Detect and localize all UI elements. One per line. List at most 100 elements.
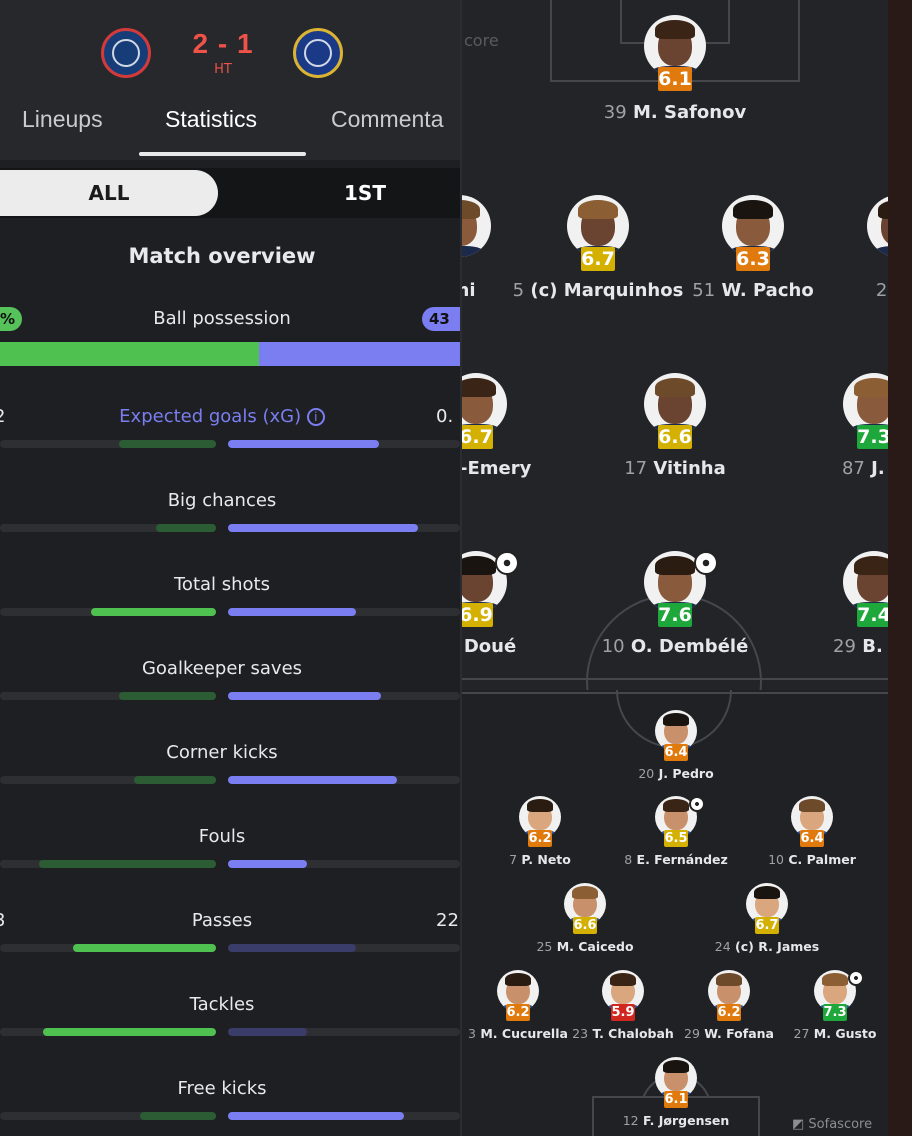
status-bar <box>0 0 460 10</box>
stat-label[interactable]: Expected goals (xG) i <box>0 406 444 427</box>
player-name: 25 M. Caicedo <box>485 939 685 954</box>
player-number: 29 <box>833 636 856 657</box>
stat-away-bar <box>228 860 307 868</box>
stat-away-bar <box>228 1112 405 1120</box>
player-name: 27 M. Gusto <box>735 1026 888 1041</box>
period-all-button[interactable]: ALL <box>0 170 218 216</box>
player-number: 29 <box>684 1026 700 1041</box>
player-name-text: O. Dembélé <box>630 636 749 657</box>
match-score: 2 - 1 <box>192 28 254 59</box>
player-rating: 6.6 <box>573 917 597 934</box>
player-name-text: P. Neto <box>521 852 571 867</box>
player-number: 5 <box>512 280 525 301</box>
player-name-text: M. Caicedo <box>556 939 634 954</box>
halfway-line <box>462 678 888 680</box>
player-name-text: C. Palmer <box>788 852 856 867</box>
psg-crest-icon[interactable] <box>101 28 151 78</box>
stat-away-bar <box>228 692 382 700</box>
goal-ball-icon <box>694 551 718 575</box>
tab-commentary[interactable]: Commenta <box>331 106 443 133</box>
player-name-text: (c) R. James <box>735 939 820 954</box>
player-name: 10 C. Palmer <box>712 852 888 867</box>
player-name: 10 O. Dembélé <box>575 636 775 657</box>
stat-away-value: 22 <box>436 910 459 931</box>
stat-home-bar <box>38 860 216 868</box>
player-number: 7 <box>509 852 518 867</box>
player-rating: 6.1 <box>658 67 692 91</box>
stat-label: Fouls <box>0 826 444 847</box>
player-rating: 6.4 <box>664 744 688 761</box>
player-rating: 5.9 <box>611 1004 635 1021</box>
player-number: 51 <box>692 280 716 301</box>
tab-lineups[interactable]: Lineups <box>22 106 103 133</box>
player-name-text: F. Jørgensen <box>642 1113 730 1128</box>
possession-away-value: 43 <box>422 307 460 331</box>
player-number: 27 <box>793 1026 810 1041</box>
player-number: 25 <box>875 280 888 301</box>
stat-label: Total shots <box>0 574 444 595</box>
match-header: 2 - 1 HT Lineups Statistics Commenta <box>0 0 460 160</box>
player-name-text: B. Ba <box>862 636 888 657</box>
stat-label: Goalkeeper saves <box>0 658 444 679</box>
assist-boot-icon <box>689 796 705 812</box>
stat-home-bar <box>155 524 216 532</box>
background-edge <box>888 0 912 1136</box>
stat-label: Free kicks <box>0 1078 444 1099</box>
player-name: aïre-Emery <box>460 458 576 479</box>
player-rating: 6.6 <box>658 425 692 449</box>
player-rating: 6.9 <box>460 603 493 627</box>
player-number: 3 <box>468 1026 476 1041</box>
stat-home-bar <box>118 440 216 448</box>
stat-label-text: Free kicks <box>177 1078 267 1099</box>
sofascore-logo-icon: ◩ <box>792 1117 809 1132</box>
assist-boot-icon <box>495 551 519 575</box>
stat-label-text: Fouls <box>198 826 246 847</box>
player-name-text: M. Gusto <box>813 1026 877 1041</box>
player-name-text: M. Safonov <box>632 102 747 123</box>
player-rating: 6.7 <box>460 425 493 449</box>
player-rating: 6.4 <box>800 830 824 847</box>
goal-ball-icon <box>848 970 864 986</box>
watermark-top: core <box>464 31 499 50</box>
player-rating: 7.6 <box>658 603 692 627</box>
player-name-text: imi <box>462 280 476 301</box>
player-number: 23 <box>572 1026 589 1041</box>
stat-away-bar <box>228 524 419 532</box>
player-name: 25 N <box>798 280 888 301</box>
stat-home-bar <box>73 944 216 952</box>
stat-label: Big chances <box>0 490 444 511</box>
tab-statistics[interactable]: Statistics <box>165 106 257 133</box>
stat-label: Corner kicks <box>0 742 444 763</box>
stat-label-text: Goalkeeper saves <box>141 658 303 679</box>
section-title: Match overview <box>128 244 316 268</box>
player-name: 12 F. Jørgensen <box>576 1113 776 1128</box>
stat-home-bar <box>43 1028 216 1036</box>
player-number: 8 <box>624 852 633 867</box>
player-number: 17 <box>624 458 648 479</box>
player-number: 25 <box>536 939 553 954</box>
player-name-text: aïre-Emery <box>460 458 532 479</box>
possession-home-bar <box>0 342 260 366</box>
player-name-text: J. N <box>871 458 888 479</box>
info-icon[interactable]: i <box>306 408 325 426</box>
period-1st-button[interactable]: 1ST <box>270 170 460 216</box>
stat-away-value: 0. <box>436 406 454 427</box>
stat-label-text: Tackles <box>189 994 255 1015</box>
stat-away-bar <box>228 776 398 784</box>
stat-label: Passes <box>0 910 444 931</box>
player-name: 17 Vitinha <box>575 458 775 479</box>
match-period: HT <box>214 62 232 77</box>
player-rating: 7.4 <box>857 603 888 627</box>
player-name: D. Doué <box>462 636 576 657</box>
player-rating: 6.7 <box>581 247 615 271</box>
sofascore-label: Sofascore <box>808 1117 873 1132</box>
player-number: 39 <box>603 102 627 123</box>
player-number: 10 <box>601 636 625 657</box>
stat-label-text: Expected goals (xG) <box>119 406 302 427</box>
chelsea-crest-icon[interactable] <box>293 28 343 78</box>
player-name-text: J. Pedro <box>658 766 714 781</box>
stat-label-text: Passes <box>191 910 253 931</box>
player-name: 20 J. Pedro <box>576 766 776 781</box>
stat-label: Tackles <box>0 994 444 1015</box>
stat-away-bar <box>228 440 379 448</box>
